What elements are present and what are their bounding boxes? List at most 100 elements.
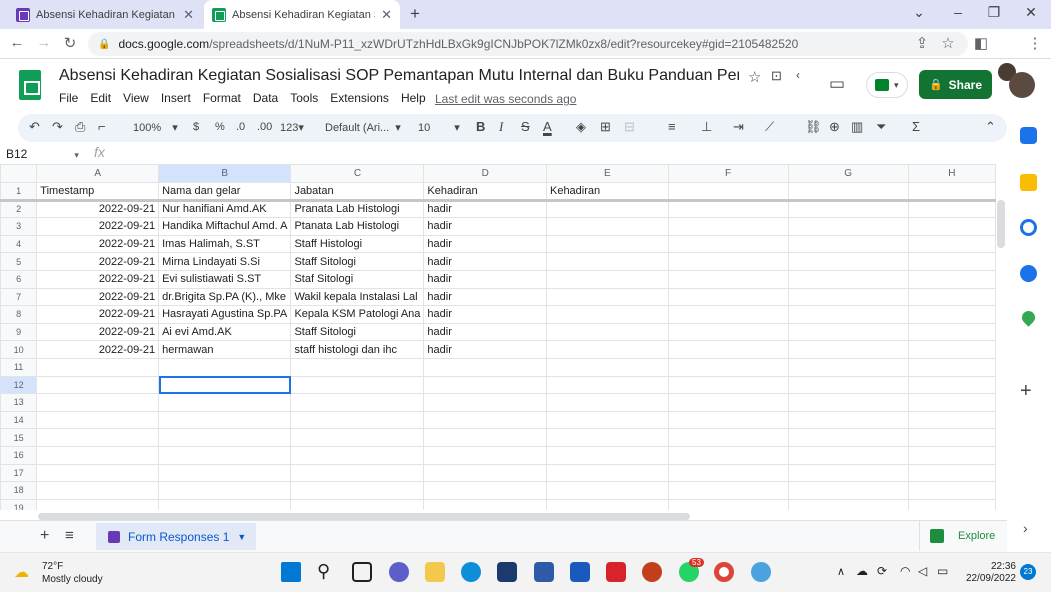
row-header[interactable]: 18 xyxy=(0,481,38,500)
table-cell[interactable] xyxy=(545,287,669,307)
bold-button[interactable]: B xyxy=(476,119,485,134)
edge-icon[interactable] xyxy=(461,562,481,582)
sheets-logo-icon[interactable] xyxy=(19,70,41,100)
table-cell[interactable] xyxy=(667,445,789,465)
row-header[interactable]: 7 xyxy=(0,287,38,307)
table-cell[interactable] xyxy=(907,481,996,500)
table-cell[interactable] xyxy=(907,234,996,254)
horizontal-scrollbar[interactable] xyxy=(38,513,690,520)
table-cell[interactable]: 2022-09-21 xyxy=(36,252,160,271)
formula-input[interactable] xyxy=(118,144,998,162)
clock-date[interactable]: 22/09/2022 xyxy=(964,573,1016,584)
table-cell[interactable] xyxy=(36,463,160,483)
table-cell[interactable]: Jabatan xyxy=(290,182,425,202)
bookmark-star-icon[interactable]: ☆ xyxy=(939,34,957,52)
browser-menu-icon[interactable]: ⋮ xyxy=(1026,34,1044,52)
table-cell[interactable] xyxy=(787,357,909,377)
table-cell[interactable] xyxy=(907,217,996,236)
table-cell[interactable] xyxy=(545,322,669,342)
percent-button[interactable]: % xyxy=(215,121,225,133)
table-cell[interactable] xyxy=(787,287,909,307)
chrome-icon[interactable] xyxy=(714,562,734,582)
table-cell[interactable]: 2022-09-21 xyxy=(36,305,160,324)
sheet-tab-form-responses[interactable]: Form Responses 1 ▼ xyxy=(96,523,256,550)
table-cell[interactable]: Staf Sitologi xyxy=(290,269,425,289)
table-cell[interactable] xyxy=(290,375,425,395)
table-cell[interactable] xyxy=(787,463,909,483)
reload-icon[interactable]: ↻ xyxy=(61,34,79,52)
table-cell[interactable] xyxy=(423,463,547,483)
calendar-icon[interactable] xyxy=(1020,127,1037,144)
table-cell[interactable] xyxy=(787,340,909,359)
collapse-toolbar-icon[interactable]: ⌃ xyxy=(985,119,996,135)
tasks-icon[interactable] xyxy=(1020,219,1037,236)
table-cell[interactable] xyxy=(667,252,789,271)
table-cell[interactable] xyxy=(787,322,909,342)
select-all-corner[interactable] xyxy=(0,164,38,183)
table-cell[interactable] xyxy=(36,375,160,395)
browser-tab-forms[interactable]: Absensi Kehadiran Kegiatan Sosi ✕ xyxy=(8,0,202,29)
font-size-select[interactable]: 10 ▾ xyxy=(418,121,460,134)
table-cell[interactable]: Nama dan gelar xyxy=(158,182,292,202)
table-cell[interactable]: Pranata Lab Histologi xyxy=(290,199,425,219)
expand-panel-icon[interactable]: › xyxy=(1023,520,1028,536)
row-header[interactable]: 14 xyxy=(0,410,38,430)
insert-link-icon[interactable]: ⛓ xyxy=(805,119,822,135)
table-cell[interactable] xyxy=(423,393,547,412)
table-cell[interactable] xyxy=(545,393,669,412)
table-cell[interactable] xyxy=(787,445,909,465)
table-cell[interactable] xyxy=(36,445,160,465)
table-cell[interactable] xyxy=(290,393,425,412)
table-cell[interactable] xyxy=(290,498,425,510)
table-cell[interactable]: Staff Sitologi xyxy=(290,252,425,271)
table-cell[interactable] xyxy=(290,428,425,447)
table-cell[interactable]: Kehadiran xyxy=(545,182,669,202)
row-header[interactable]: 10 xyxy=(0,340,38,359)
table-cell[interactable] xyxy=(36,498,160,510)
table-cell[interactable]: hadir xyxy=(423,252,547,271)
name-box[interactable]: B12 ▾ xyxy=(6,147,82,161)
table-cell[interactable] xyxy=(907,463,996,483)
move-folder-icon[interactable]: ⊡ xyxy=(771,68,782,84)
table-cell[interactable]: hadir xyxy=(423,269,547,289)
table-cell[interactable] xyxy=(36,357,160,377)
table-cell[interactable]: hadir xyxy=(423,234,547,254)
paint-format-icon[interactable]: ⌐ xyxy=(98,119,106,134)
row-header[interactable]: 19 xyxy=(0,498,38,510)
table-cell[interactable] xyxy=(667,287,789,307)
table-cell[interactable]: Staff Histologi xyxy=(290,234,425,254)
start-icon[interactable] xyxy=(281,562,301,582)
volume-icon[interactable]: ◁ xyxy=(918,564,927,578)
app-icon[interactable] xyxy=(534,562,554,582)
table-cell[interactable]: Imas Halimah, S.ST xyxy=(158,234,292,254)
table-cell[interactable]: 2022-09-21 xyxy=(36,234,160,254)
more-formats-button[interactable]: 123▾ xyxy=(280,121,304,134)
table-cell[interactable] xyxy=(667,217,789,236)
table-cell[interactable] xyxy=(545,445,669,465)
table-cell[interactable] xyxy=(545,357,669,377)
column-header-f[interactable]: F xyxy=(667,164,789,183)
powerpoint-icon[interactable] xyxy=(642,562,662,582)
table-cell[interactable] xyxy=(545,269,669,289)
menu-format[interactable]: Format xyxy=(203,91,241,105)
task-view-icon[interactable] xyxy=(352,562,372,582)
table-cell[interactable] xyxy=(423,428,547,447)
fill-color-icon[interactable]: ◈ xyxy=(576,119,586,135)
table-cell[interactable] xyxy=(36,410,160,430)
table-cell[interactable] xyxy=(667,498,789,510)
table-cell[interactable] xyxy=(667,357,789,377)
add-sheet-icon[interactable]: + xyxy=(40,527,49,545)
table-cell[interactable] xyxy=(787,199,909,219)
chat-icon[interactable] xyxy=(389,562,409,582)
table-cell[interactable] xyxy=(423,357,547,377)
table-cell[interactable] xyxy=(545,217,669,236)
table-cell[interactable] xyxy=(907,428,996,447)
show-hidden-icons[interactable]: ∧ xyxy=(837,565,845,578)
table-cell[interactable] xyxy=(545,234,669,254)
table-cell[interactable]: hadir xyxy=(423,322,547,342)
table-cell[interactable] xyxy=(158,481,292,500)
row-header[interactable]: 16 xyxy=(0,445,38,465)
column-header-d[interactable]: D xyxy=(423,164,547,183)
table-cell[interactable]: Nur hanifiani Amd.AK xyxy=(158,199,292,219)
table-cell[interactable] xyxy=(158,463,292,483)
